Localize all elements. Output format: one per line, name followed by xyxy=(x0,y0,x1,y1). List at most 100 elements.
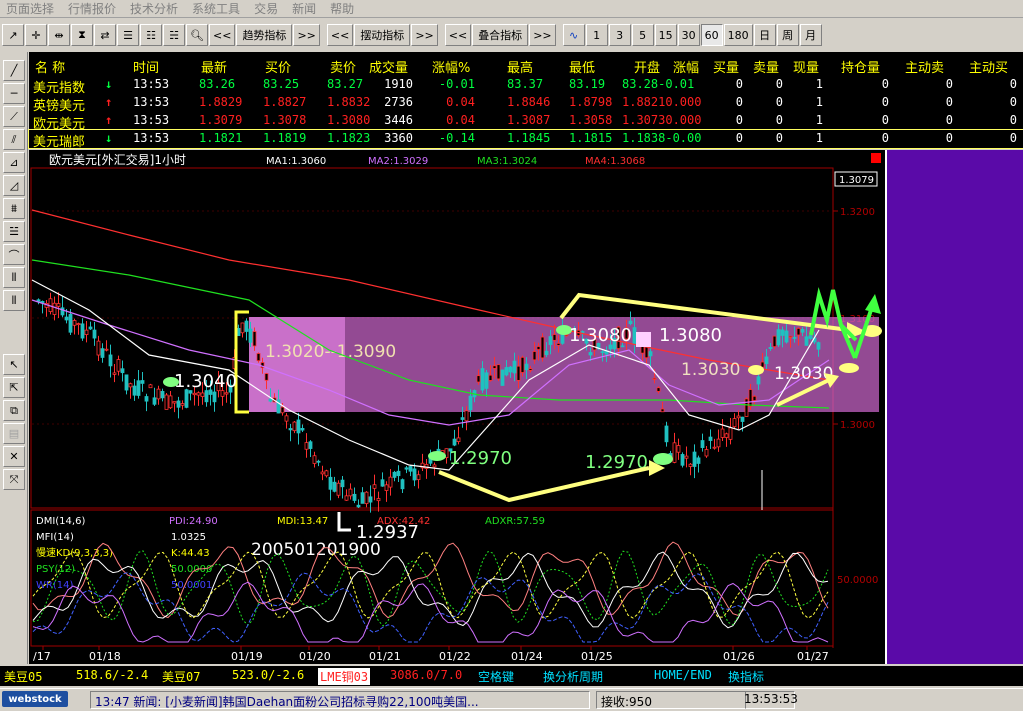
zoom-in-icon[interactable]: ⇹ xyxy=(48,24,70,46)
channel-tool-icon[interactable]: ⫽ xyxy=(3,129,25,150)
sub-y-tick: 50.0000 xyxy=(837,575,878,586)
candle-body xyxy=(60,307,65,316)
pointer-tool-icon[interactable]: ↖ xyxy=(3,354,25,375)
period-3-button[interactable]: 3 xyxy=(608,24,631,46)
gann-tool-icon[interactable]: ⩩ xyxy=(3,198,25,219)
col-name[interactable]: 名 称 xyxy=(35,57,65,76)
menu-item-page[interactable]: 页面选择 xyxy=(6,0,54,17)
candle-body xyxy=(512,360,517,374)
period-1-button[interactable]: 1 xyxy=(585,24,608,46)
col-bid[interactable]: 买价 xyxy=(265,57,291,76)
menu-item-help[interactable]: 帮助 xyxy=(330,0,354,17)
fib-tool-icon[interactable]: ⊿ xyxy=(3,152,25,173)
quote-high: 1.3087 xyxy=(507,113,551,127)
quote-row[interactable]: 欧元美元 ↑ 13:53 1.3079 1.3078 1.3080 3446 0.04 1.30… xyxy=(29,112,1023,132)
layout-3-icon[interactable]: ☵ xyxy=(163,24,185,46)
col-high[interactable]: 最高 xyxy=(507,57,533,76)
period-5-button[interactable]: 5 xyxy=(631,24,654,46)
line-tool-icon[interactable]: ╱ xyxy=(3,60,25,81)
cross-icon[interactable]: ✛ xyxy=(25,24,47,46)
col-bidv[interactable]: 买量 xyxy=(713,57,739,76)
candle-body xyxy=(780,329,785,336)
quote-row[interactable]: 英镑美元 ↑ 13:53 1.8829 1.8827 1.8832 2736 0.04 1.88… xyxy=(29,94,1023,114)
period-30-button[interactable]: 30 xyxy=(677,24,700,46)
period-week-button[interactable]: 周 xyxy=(776,24,799,46)
col-time[interactable]: 时间 xyxy=(133,57,159,76)
toolbar: ↗ ✛ ⇹ ⧗ ⇄ ☰ ☷ ☵ 🔍︎ << 趋势指标 >> << 摆动指标 >>… xyxy=(0,22,1023,48)
hline-tool-icon[interactable]: ─ xyxy=(3,83,25,104)
layout-2-icon[interactable]: ☷ xyxy=(140,24,162,46)
col-oi[interactable]: 持仓量 xyxy=(841,57,880,76)
clear-tool-icon[interactable]: ⤧ xyxy=(3,469,25,490)
overlay-prev-button[interactable]: << xyxy=(444,24,472,46)
col-curv[interactable]: 现量 xyxy=(793,57,819,76)
ma-label: MA2:1.3029 xyxy=(368,156,428,167)
overlay-next-button[interactable]: >> xyxy=(529,24,556,46)
col-vol[interactable]: 成交量 xyxy=(369,57,408,76)
col-open[interactable]: 开盘 xyxy=(634,57,660,76)
candle-body xyxy=(268,398,273,402)
candle-body xyxy=(380,479,385,487)
col-askv[interactable]: 卖量 xyxy=(753,57,779,76)
cycle-tool-icon[interactable]: ⦀ xyxy=(3,267,25,288)
arc-tool-icon[interactable]: ⌒ xyxy=(3,244,25,265)
line-chart-icon[interactable]: ∿ xyxy=(562,24,585,46)
trend-next-button[interactable]: >> xyxy=(293,24,320,46)
col-buy[interactable]: 主动买 xyxy=(969,57,1008,76)
swing-indicator-button[interactable]: 摆动指标 xyxy=(354,24,411,46)
candle-body xyxy=(728,427,733,440)
period-180-button[interactable]: 180 xyxy=(723,24,753,46)
ticker-value: 518.6/-2.4 xyxy=(76,668,149,682)
menu-item-analysis[interactable]: 技术分析 xyxy=(130,0,178,17)
quote-row[interactable]: 美元瑞郎 ↓ 13:53 1.1821 1.1819 1.1823 3360 -0.14 1.1… xyxy=(28,129,1023,150)
hint-key: 空格键 xyxy=(478,670,515,684)
triangle-tool-icon[interactable]: ◿ xyxy=(3,175,25,196)
menu-item-quotes[interactable]: 行情报价 xyxy=(68,0,116,17)
col-last[interactable]: 最新 xyxy=(201,57,227,76)
copy-tool-icon[interactable]: ⧉ xyxy=(3,400,25,421)
period-month-button[interactable]: 月 xyxy=(799,24,822,46)
candle-body xyxy=(116,359,121,372)
candle-body xyxy=(196,392,201,396)
period-day-button[interactable]: 日 xyxy=(753,24,776,46)
candle-body xyxy=(328,476,333,490)
zoom-out-icon[interactable]: ⧗ xyxy=(71,24,93,46)
col-pct[interactable]: 涨幅% xyxy=(432,57,470,76)
period-15-button[interactable]: 15 xyxy=(654,24,677,46)
col-low[interactable]: 最低 xyxy=(569,57,595,76)
menu-item-trade[interactable]: 交易 xyxy=(254,0,278,17)
trend-indicator-button[interactable]: 趋势指标 xyxy=(236,24,293,46)
candle-body xyxy=(488,374,493,381)
col-sell[interactable]: 主动卖 xyxy=(905,57,944,76)
price-chart[interactable]: 欧元美元[外汇交易]1小时 MA1:1.3060 MA2:1.3029 MA3:1.3… xyxy=(29,150,953,664)
levels-tool-icon[interactable]: ☱ xyxy=(3,221,25,242)
move-tool-icon[interactable]: ⇱ xyxy=(3,377,25,398)
menu-item-tools[interactable]: 系统工具 xyxy=(192,0,240,17)
layout-1-icon[interactable]: ☰ xyxy=(117,24,139,46)
trend-prev-button[interactable]: << xyxy=(209,24,236,46)
news-ticker[interactable]: 13:47 新闻: [小麦新闻]韩国Daehan面粉公司招标寻购22,100吨美… xyxy=(90,691,590,709)
col-ask[interactable]: 卖价 xyxy=(330,57,356,76)
ray-tool-icon[interactable]: ⟋ xyxy=(3,106,25,127)
candle-body xyxy=(128,383,133,388)
sub-indicator-value: 1.0325 xyxy=(171,532,206,543)
arrows-icon[interactable]: ⇄ xyxy=(94,24,116,46)
delete-tool-icon[interactable]: ✕ xyxy=(3,446,25,467)
paste-tool-icon[interactable]: ▤ xyxy=(3,423,25,444)
period-60-button[interactable]: 60 xyxy=(700,24,723,46)
overlay-indicator-button[interactable]: 叠合指标 xyxy=(472,24,529,46)
ticker-value: 3086.0/7.0 xyxy=(390,668,463,682)
quote-row[interactable]: 美元指数 ↓ 13:53 83.26 83.25 83.27 1910 -0.01 83.37 8… xyxy=(29,76,1023,96)
menu-item-news[interactable]: 新闻 xyxy=(292,0,316,17)
draw-line-icon[interactable]: ↗ xyxy=(2,24,24,46)
swing-prev-button[interactable]: << xyxy=(326,24,354,46)
swing-next-button[interactable]: >> xyxy=(411,24,438,46)
quote-ask: 83.27 xyxy=(327,77,364,91)
candle-body xyxy=(544,350,549,356)
chart-canvas[interactable]: 欧元美元[外汇交易]1小时 MA1:1.3060 MA2:1.3029 MA3:1.3… xyxy=(29,150,953,664)
date-label: 01/27 xyxy=(797,650,829,663)
col-chg[interactable]: 涨幅 xyxy=(673,57,699,76)
period-tool-icon[interactable]: ⫴ xyxy=(3,290,25,311)
magnifier-icon[interactable]: 🔍︎ xyxy=(186,24,208,46)
candle-body xyxy=(700,440,705,448)
